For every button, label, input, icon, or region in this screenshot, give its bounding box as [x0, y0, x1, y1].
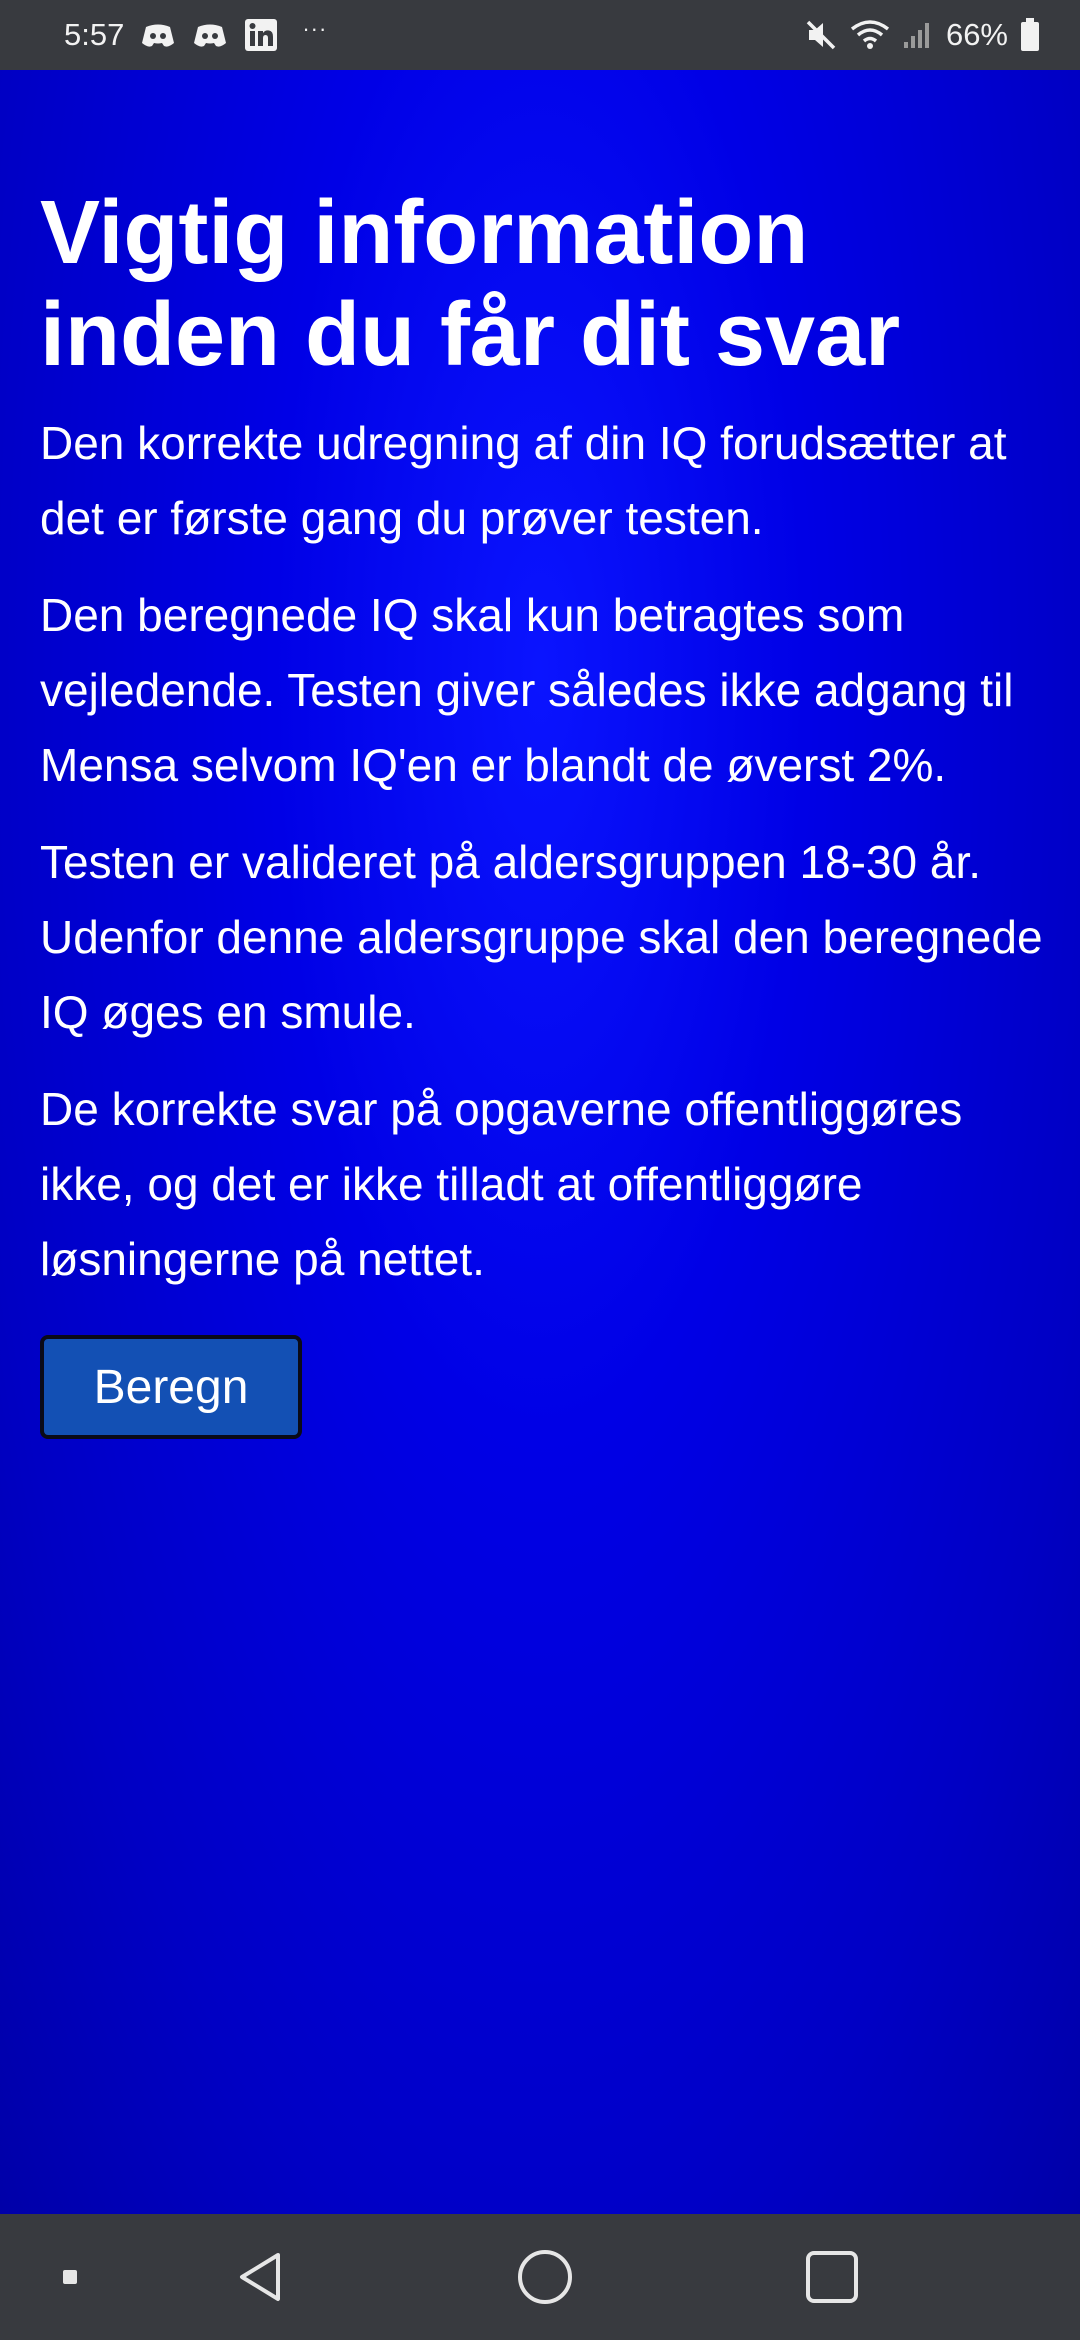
info-panel: Vigtig information inden du får dit svar…: [40, 182, 1050, 1439]
recents-dot-icon[interactable]: [40, 2214, 100, 2340]
more-notifications-icon: ···: [302, 16, 328, 41]
status-right: 66%: [804, 17, 1040, 53]
info-paragraph: Den beregnede IQ skal kun betragtes som …: [40, 589, 1014, 791]
wifi-icon: [850, 19, 890, 51]
info-paragraph: Den korrekte udregning af din IQ forudsæ…: [40, 417, 1007, 544]
info-paragraph: De korrekte svar på opgaverne offentligg…: [40, 1083, 963, 1285]
navigation-bar: [0, 2214, 1080, 2340]
overview-icon[interactable]: [792, 2214, 872, 2340]
back-icon[interactable]: [220, 2214, 300, 2340]
status-time: 5:57: [64, 17, 125, 52]
status-bar: 5:57 ··· 66%: [0, 0, 1080, 70]
discord-icon: [192, 21, 228, 49]
page-title: Vigtig information inden du får dit svar: [40, 183, 901, 385]
battery-percent: 66%: [945, 17, 1008, 52]
discord-icon: [140, 21, 176, 49]
status-left: 5:57 ···: [64, 16, 328, 53]
info-paragraph: Testen er valideret på aldersgruppen 18-…: [40, 836, 1043, 1038]
home-icon[interactable]: [505, 2214, 585, 2340]
signal-icon: [902, 20, 934, 50]
battery-icon: [1020, 18, 1040, 52]
mute-icon: [804, 18, 838, 52]
linkedin-icon: [244, 18, 278, 52]
calculate-button[interactable]: Beregn: [40, 1335, 302, 1439]
main-content: Vigtig information inden du får dit svar…: [0, 70, 1080, 2214]
